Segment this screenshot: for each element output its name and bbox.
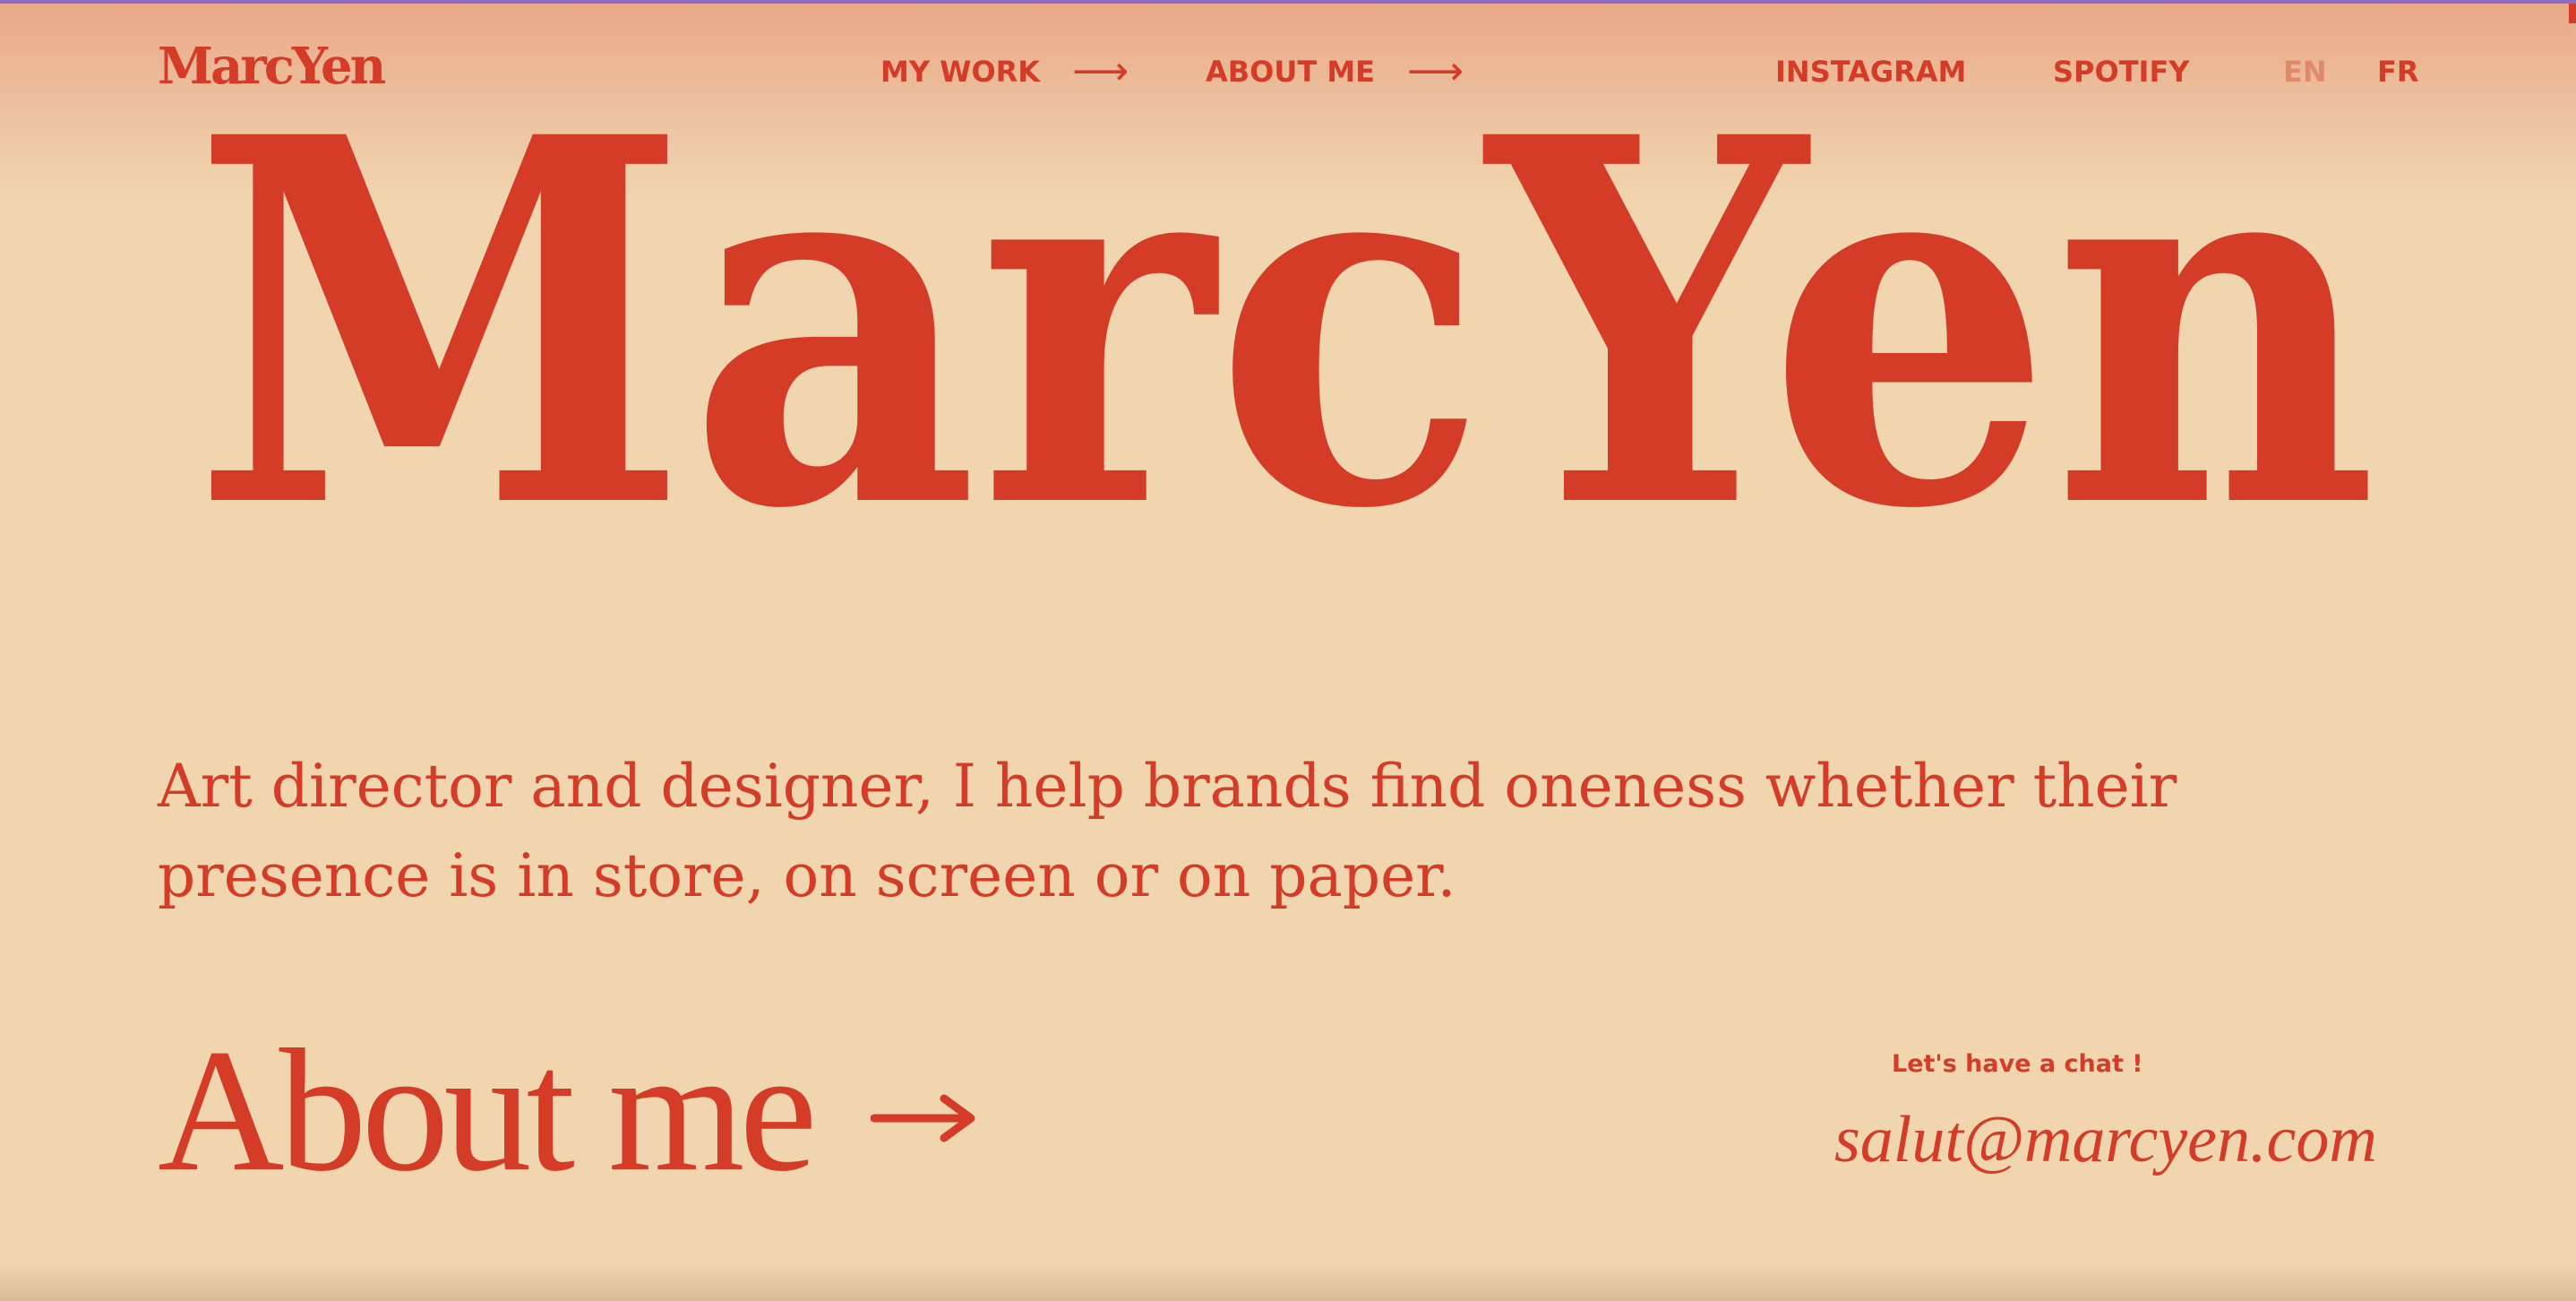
chat-label: Let's have a chat ! [1892, 1050, 2143, 1078]
site-logo[interactable]: MarcYen [158, 34, 386, 99]
language-fr-button[interactable]: FR [2377, 47, 2419, 97]
hero-wordmark: MarcYen [179, 52, 2391, 554]
nav-about-me-link[interactable]: ABOUT ME ⟶ [1206, 47, 1464, 97]
nav-instagram-link[interactable]: INSTAGRAM [1775, 47, 1966, 97]
nav-about-me-label: ABOUT ME [1206, 55, 1376, 89]
arrow-right-icon [870, 1091, 978, 1150]
scrollbar-marker [2569, 4, 2576, 23]
language-en-button[interactable]: EN [2283, 47, 2327, 97]
about-me-title: About me [158, 1013, 817, 1208]
email-link[interactable]: salut@marcyen.com [1834, 1097, 2377, 1183]
hero-wordmark-text: MarcYen [193, 52, 2378, 554]
nav-spotify-link[interactable]: SPOTIFY [2053, 47, 2189, 97]
arrow-right-icon: ⟶ [1072, 48, 1129, 94]
nav-my-work-link[interactable]: MY WORK ⟶ [880, 47, 1129, 97]
arrow-right-icon: ⟶ [1407, 48, 1464, 94]
bottom-shadow [0, 1265, 2576, 1301]
about-me-link[interactable]: About me [158, 1021, 978, 1201]
intro-paragraph: Art director and designer, I help brands… [158, 752, 2177, 910]
nav-my-work-label: MY WORK [880, 55, 1041, 89]
